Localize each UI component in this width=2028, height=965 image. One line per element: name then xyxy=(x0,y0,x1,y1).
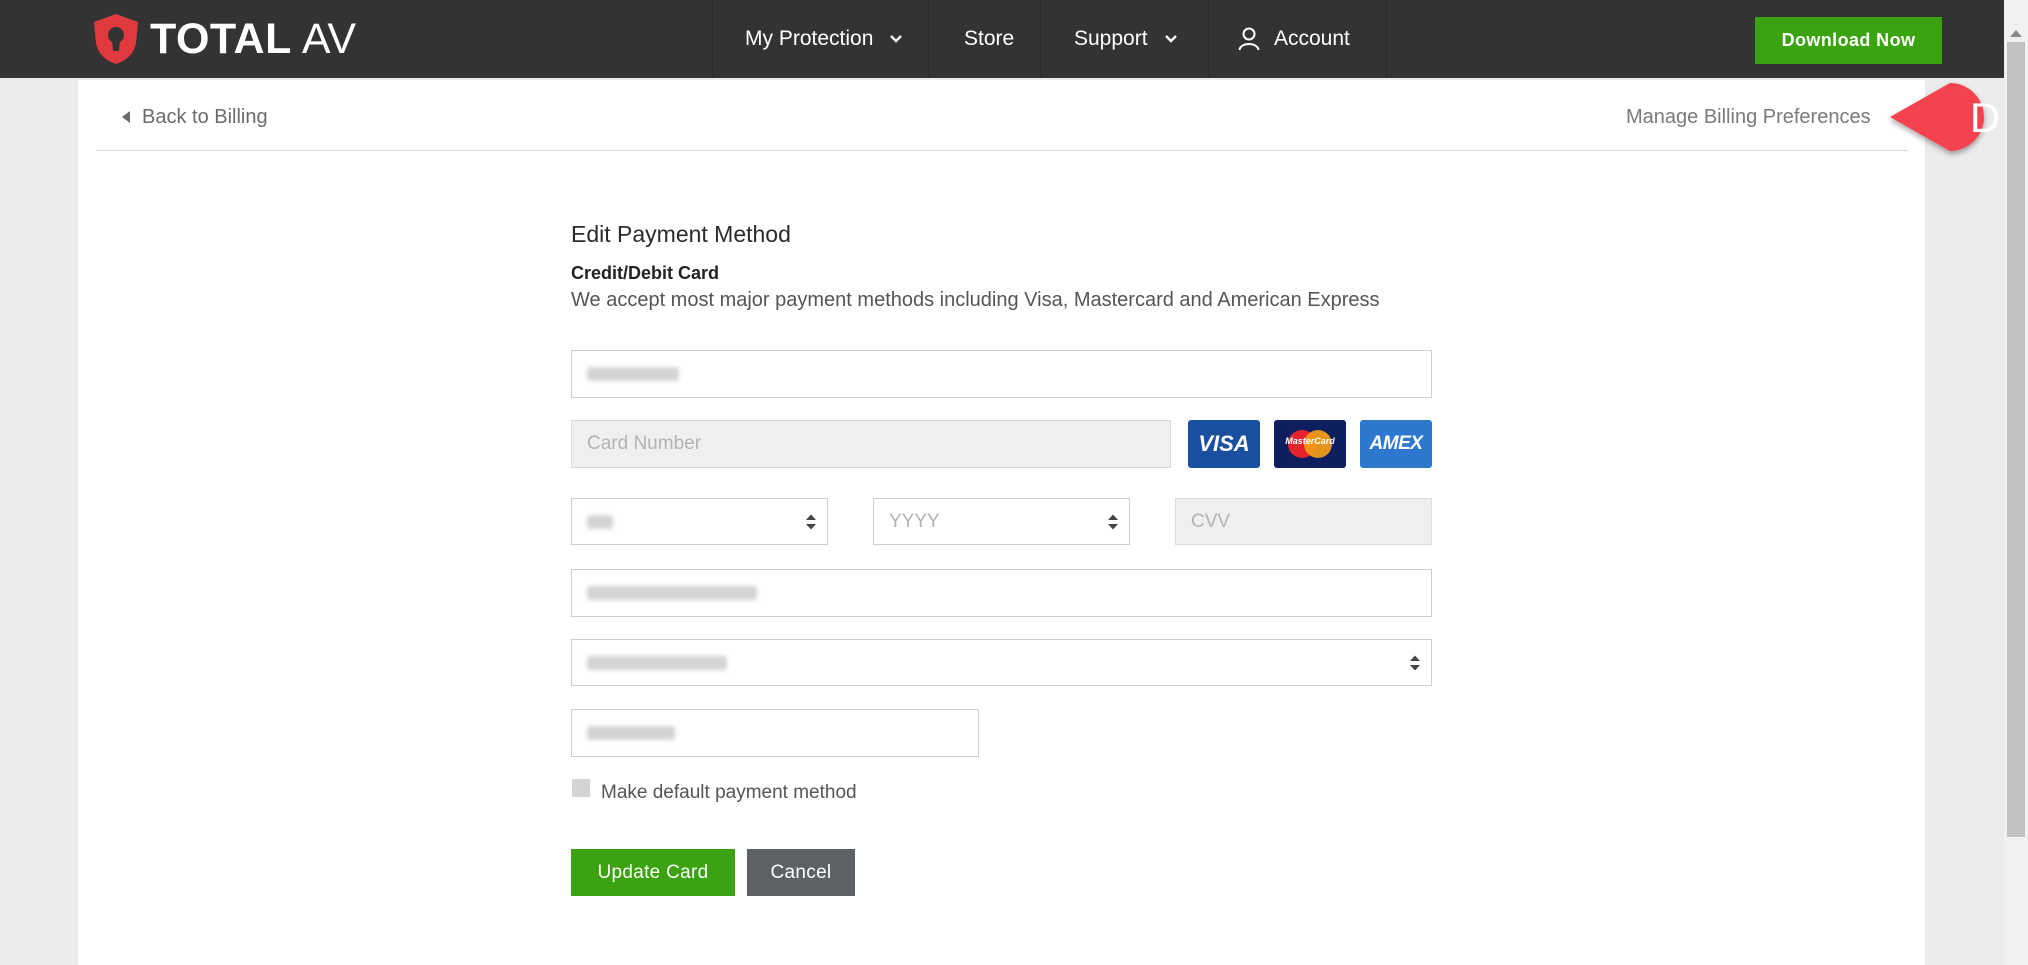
callout-letter: D xyxy=(1969,94,2001,141)
redacted-value xyxy=(587,514,613,529)
nav-account[interactable]: Account xyxy=(1238,0,1350,78)
nav-my-protection[interactable]: My Protection xyxy=(745,0,903,78)
user-icon xyxy=(1238,27,1260,51)
nav-label: Support xyxy=(1074,27,1148,50)
amex-card-icon: AMEX xyxy=(1360,420,1432,468)
country-select[interactable] xyxy=(571,639,1432,686)
redacted-value xyxy=(587,367,679,381)
shield-logo-icon xyxy=(94,14,138,64)
download-now-button[interactable]: Download Now xyxy=(1755,17,1942,64)
back-to-billing-link[interactable]: Back to Billing xyxy=(122,104,268,130)
billing-address-input[interactable] xyxy=(571,569,1432,617)
mastercard-label: MasterCard xyxy=(1285,436,1335,446)
top-navigation-bar: TOTAL AV My Protection Store Support Acc… xyxy=(0,0,2028,78)
manage-billing-preferences-link[interactable]: Manage Billing Preferences xyxy=(1626,104,1871,130)
brand-name-bold: TOTAL xyxy=(150,14,292,63)
header-divider xyxy=(96,150,1908,151)
form-subtitle: Credit/Debit Card xyxy=(571,263,720,283)
nav-label: Account xyxy=(1274,27,1350,50)
brand-name-light: AV xyxy=(301,14,357,63)
expiry-year-select[interactable]: YYYY xyxy=(873,498,1130,545)
back-arrow-icon xyxy=(122,111,130,123)
nav-support[interactable]: Support xyxy=(1074,0,1178,78)
card-number-placeholder: Card Number xyxy=(587,433,702,454)
nav-divider xyxy=(712,0,713,78)
default-payment-label: Make default payment method xyxy=(601,782,857,803)
visa-label: VISA xyxy=(1198,431,1250,456)
mastercard-card-icon: MasterCard xyxy=(1274,420,1346,468)
postcode-input[interactable] xyxy=(571,709,979,757)
form-description: We accept most major payment methods inc… xyxy=(571,289,1380,311)
select-stepper-icon xyxy=(1410,655,1420,670)
expiry-month-select[interactable] xyxy=(571,498,828,545)
nav-divider xyxy=(1040,0,1041,78)
default-payment-checkbox[interactable] xyxy=(572,779,590,797)
nav-label: Store xyxy=(964,27,1015,50)
back-to-billing-label: Back to Billing xyxy=(142,105,268,128)
cvv-placeholder: CVV xyxy=(1191,510,1231,532)
redacted-value xyxy=(587,586,757,600)
scroll-up-arrow-icon[interactable] xyxy=(2010,30,2022,37)
cardholder-name-input[interactable] xyxy=(571,350,1432,398)
nav-label: My Protection xyxy=(745,27,874,50)
amex-label: AMEX xyxy=(1369,433,1423,454)
year-placeholder: YYYY xyxy=(889,510,940,532)
update-card-button[interactable]: Update Card xyxy=(571,849,735,896)
chevron-down-icon xyxy=(890,35,903,43)
cancel-button[interactable]: Cancel xyxy=(747,849,855,896)
redacted-value xyxy=(587,655,727,670)
chevron-down-icon xyxy=(1164,35,1177,43)
cvv-input[interactable]: CVV xyxy=(1175,498,1432,545)
nav-store[interactable]: Store xyxy=(964,0,1014,78)
nav-divider xyxy=(1208,0,1209,78)
select-stepper-icon xyxy=(1108,514,1118,529)
visa-card-icon: VISA xyxy=(1188,420,1260,468)
nav-divider xyxy=(928,0,929,78)
select-stepper-icon xyxy=(806,514,816,529)
card-number-input[interactable]: Card Number xyxy=(571,420,1171,468)
nav-divider xyxy=(1386,0,1387,78)
redacted-value xyxy=(587,726,675,740)
total-av-logo[interactable]: TOTAL AV xyxy=(92,13,356,65)
form-title: Edit Payment Method xyxy=(571,221,791,247)
